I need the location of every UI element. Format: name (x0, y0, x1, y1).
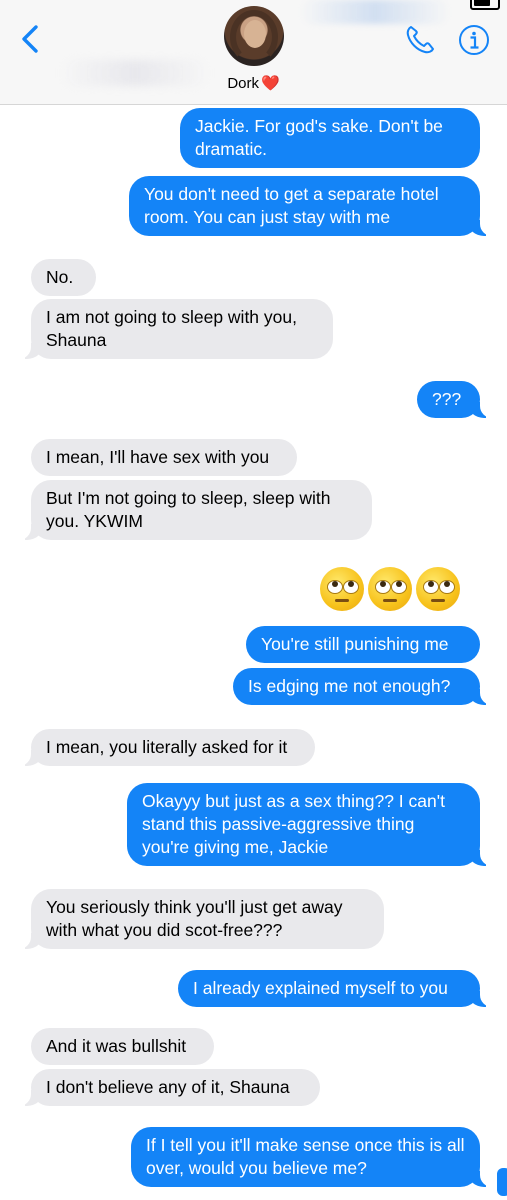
heart-emoji: ❤️ (260, 75, 280, 92)
message-sent[interactable]: You're still punishing me (246, 626, 480, 663)
message-sent[interactable]: You don't need to get a separate hotel r… (129, 176, 492, 236)
eye-roll-emoji-icon (416, 567, 460, 611)
message-sent[interactable]: Okayyy but just as a sex thing?? I can't… (127, 783, 492, 866)
message-received[interactable]: I am not going to sleep with you, Shauna (19, 299, 333, 359)
message-sent[interactable]: Jackie. For god's sake. Don't be dramati… (180, 108, 480, 168)
phone-icon[interactable] (402, 22, 438, 58)
contact-avatar[interactable] (224, 6, 284, 66)
message-received[interactable]: I mean, you literally asked for it (19, 729, 315, 766)
message-sent[interactable]: ??? (417, 381, 492, 418)
message-sent[interactable]: I already explained myself to you (178, 970, 492, 1007)
battery-icon (470, 0, 500, 10)
eye-roll-emoji-icon (368, 567, 412, 611)
chevron-left-icon[interactable] (14, 22, 48, 56)
message-sent[interactable]: If I tell you it'll make sense once this… (131, 1127, 492, 1187)
message-received[interactable]: I don't believe any of it, Shauna (19, 1069, 320, 1106)
message-received[interactable]: But I'm not going to sleep, sleep with y… (19, 480, 372, 540)
emoji-message[interactable] (320, 567, 460, 611)
conversation-header: Dork ❤️ (0, 0, 507, 105)
message-received[interactable]: You seriously think you'll just get away… (19, 889, 384, 949)
message-received[interactable]: I mean, I'll have sex with you (31, 439, 297, 476)
info-icon[interactable] (458, 24, 490, 56)
contact-name-text: Dork (227, 75, 259, 92)
message-received[interactable]: And it was bullshit (31, 1028, 214, 1065)
message-received[interactable]: No. (31, 259, 96, 296)
eye-roll-emoji-icon (320, 567, 364, 611)
message-sent[interactable]: Is edging me not enough? (233, 668, 492, 705)
contact-name[interactable]: Dork ❤️ (0, 74, 507, 92)
app-drawer-button[interactable] (497, 1168, 507, 1196)
blurred-status-area (300, 0, 450, 24)
